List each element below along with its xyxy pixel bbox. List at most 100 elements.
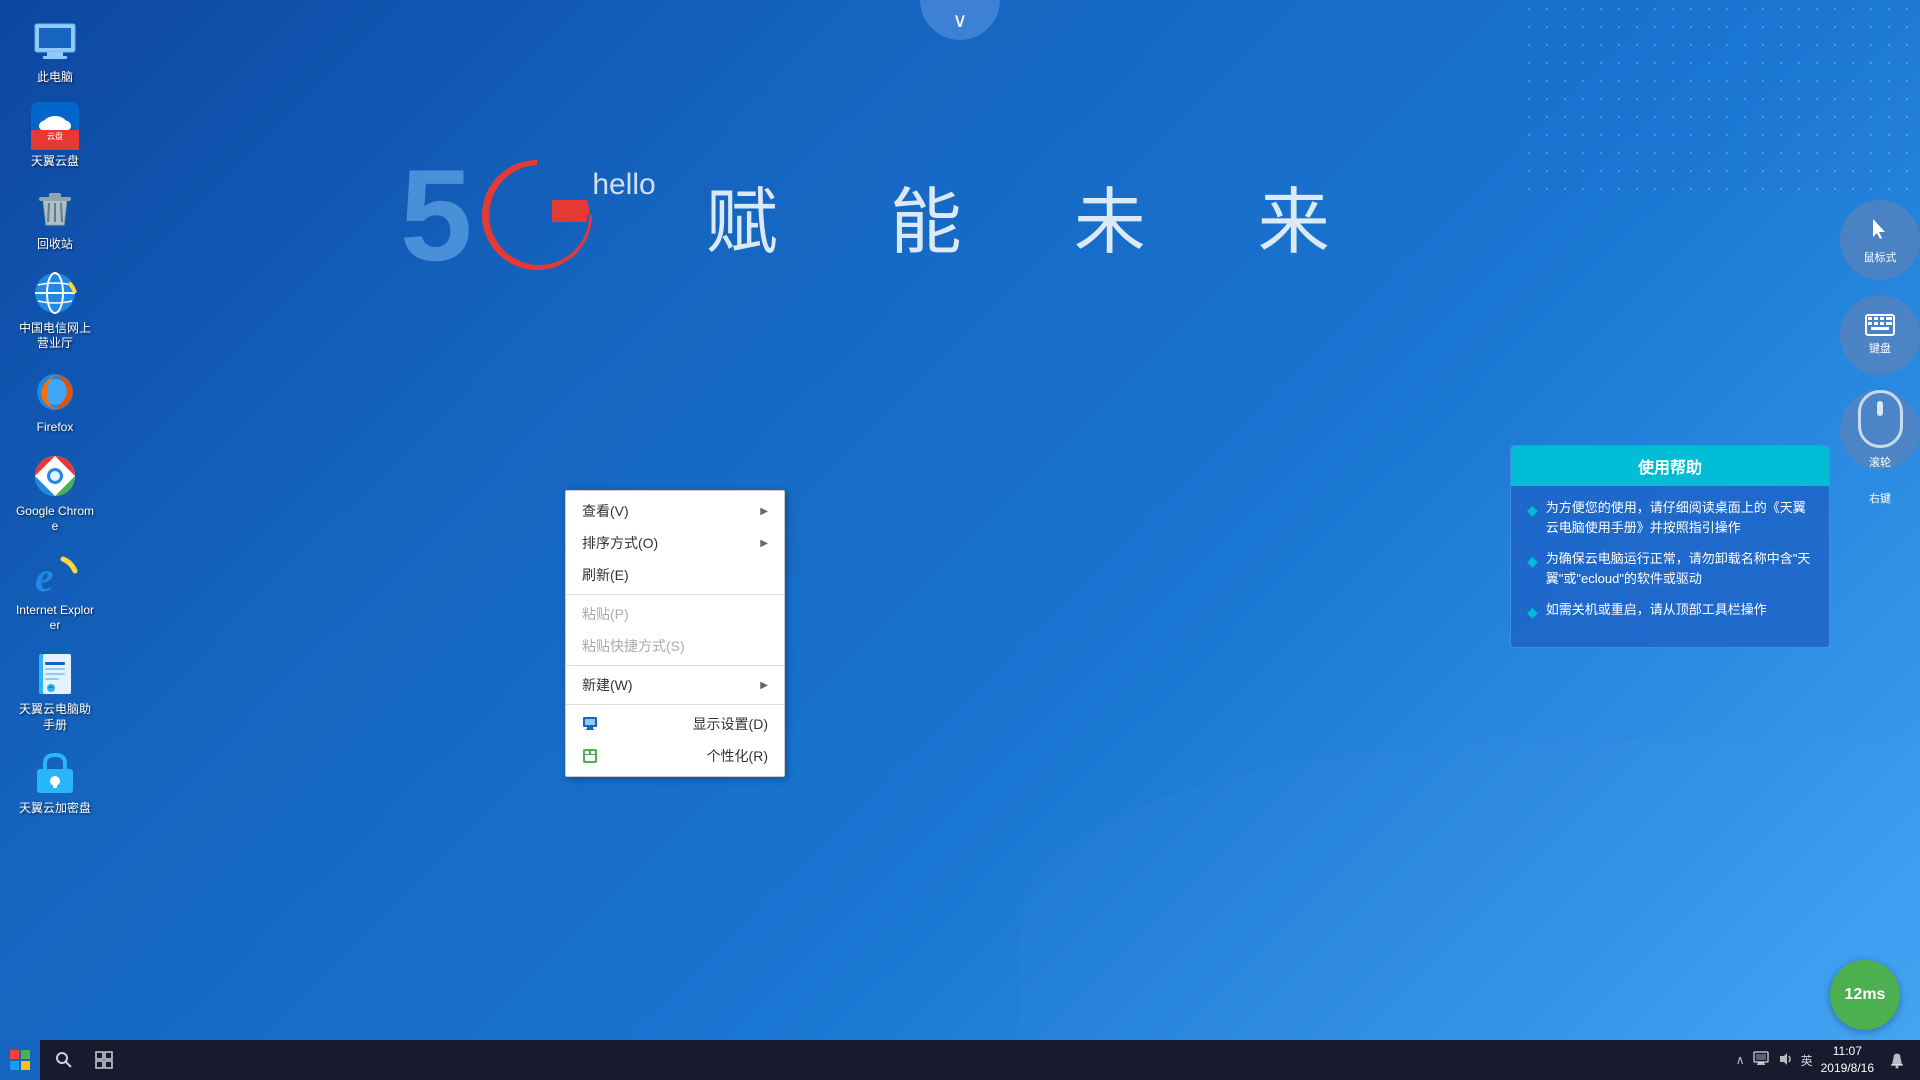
icon-manual-label: 天翼云电脑助手册 (14, 702, 96, 733)
icon-telecom[interactable]: 中国电信网上营业厅 (10, 261, 100, 360)
icon-telecom-label: 中国电信网上营业厅 (14, 321, 96, 352)
hero-section: 5 hello 赋 能 未 来 (400, 150, 1350, 280)
hero-tagline: 赋 能 未 来 (706, 163, 1350, 268)
help-item-2: ◆ 为确保云电脑运行正常，请勿卸载名称中含"天翼"或"ecloud"的软件或驱动 (1527, 549, 1813, 588)
wave-decoration (1020, 740, 1920, 1040)
menu-sort[interactable]: 排序方式(O) ▶ (566, 527, 784, 559)
icon-ie[interactable]: e Internet Explorer (10, 543, 100, 642)
help-text-1: 为方便您的使用，请仔细阅读桌面上的《天翼云电脑使用手册》并按照指引操作 (1546, 498, 1813, 537)
icon-cloud-disk[interactable]: 云盘 天翼云盘 (10, 94, 100, 178)
chrome-icon (31, 452, 79, 500)
tray-network-icon[interactable] (1753, 1051, 1769, 1070)
ping-value: 12ms (1845, 986, 1886, 1004)
telecom-icon (31, 269, 79, 317)
computer-icon (31, 18, 79, 66)
icon-encrypt[interactable]: 天翼云加密盘 (10, 741, 100, 825)
taskbar-tray: ∧ 英 11:07 2019/8/16 (1736, 1040, 1920, 1080)
start-button[interactable] (0, 1040, 40, 1080)
mouse-control-btn[interactable]: 鼠标式 (1840, 200, 1920, 280)
ie-icon: e (31, 551, 79, 599)
menu-sep-2 (566, 665, 784, 666)
task-view-button[interactable] (84, 1040, 124, 1080)
help-content: ◆ 为方便您的使用，请仔细阅读桌面上的《天翼云电脑使用手册》并按照指引操作 ◆ … (1511, 486, 1829, 647)
encrypt-icon (31, 749, 79, 797)
tray-clock[interactable]: 11:07 2019/8/16 (1821, 1043, 1874, 1077)
icon-computer-label: 此电脑 (37, 70, 73, 86)
dots-decoration (1520, 0, 1920, 200)
menu-view-arrow: ▶ (760, 506, 768, 517)
mouse-control-label: 鼠标式 (1864, 249, 1897, 265)
taskbar: ∧ 英 11:07 2019/8/16 (0, 1040, 1920, 1080)
scroll-icon (1858, 390, 1903, 448)
context-menu: 查看(V) ▶ 排序方式(O) ▶ 刷新(E) 粘贴(P) 粘贴快捷方式(S) … (565, 490, 785, 777)
icon-manual[interactable]: 天翼云电脑助手册 (10, 642, 100, 741)
icon-firefox[interactable]: Firefox (10, 360, 100, 444)
menu-refresh[interactable]: 刷新(E) (566, 559, 784, 591)
help-diamond-1: ◆ (1527, 500, 1538, 521)
logo-number: 5 (400, 150, 472, 280)
firefox-icon (31, 368, 79, 416)
logo-hello: hello (592, 170, 655, 200)
icon-encrypt-label: 天翼云加密盘 (19, 801, 91, 817)
tray-time-value: 11:07 (1833, 1043, 1862, 1060)
menu-sort-arrow: ▶ (760, 538, 768, 549)
menu-paste-shortcut: 粘贴快捷方式(S) (566, 630, 784, 662)
menu-sep-3 (566, 704, 784, 705)
cloud-disk-icon: 云盘 (31, 102, 79, 150)
scroll-control-label: 滚轮 (1869, 454, 1891, 470)
keyboard-control-btn[interactable]: 键盘 (1840, 295, 1920, 375)
menu-new-arrow: ▶ (760, 680, 768, 691)
recycle-icon (31, 185, 79, 233)
tray-chevron[interactable]: ∧ (1736, 1053, 1745, 1067)
help-diamond-3: ◆ (1527, 602, 1538, 623)
help-text-2: 为确保云电脑运行正常，请勿卸载名称中含"天翼"或"ecloud"的软件或驱动 (1546, 549, 1813, 588)
manual-icon (31, 650, 79, 698)
icon-firefox-label: Firefox (37, 420, 74, 436)
keyboard-control-label: 键盘 (1869, 340, 1891, 356)
ping-indicator: 12ms (1830, 960, 1900, 1030)
scroll-control-btn[interactable]: 滚轮 (1840, 390, 1920, 470)
icon-computer[interactable]: 此电脑 (10, 10, 100, 94)
menu-view[interactable]: 查看(V) ▶ (566, 495, 784, 527)
desktop: ∨ 5 hello 赋 能 未 来 此电脑 (0, 0, 1920, 1080)
icon-cloud-disk-label: 天翼云盘 (31, 154, 79, 170)
right-click-label: 右键 (1869, 490, 1891, 506)
desktop-icons: 此电脑 云盘 天翼云盘 (10, 10, 100, 825)
keyboard-icon (1865, 314, 1895, 336)
windows-logo-icon (9, 1049, 31, 1071)
notify-icon (1888, 1051, 1906, 1069)
tray-lang-label[interactable]: 英 (1801, 1052, 1813, 1069)
help-panel: 使用帮助 ◆ 为方便您的使用，请仔细阅读桌面上的《天翼云电脑使用手册》并按照指引… (1510, 445, 1830, 648)
help-item-1: ◆ 为方便您的使用，请仔细阅读桌面上的《天翼云电脑使用手册》并按照指引操作 (1527, 498, 1813, 537)
icon-chrome-label: Google Chrome (14, 504, 96, 535)
icon-recycle[interactable]: 回收站 (10, 177, 100, 261)
toolbar-toggle[interactable]: ∨ (920, 0, 1000, 40)
display-icon (582, 716, 598, 732)
menu-sep-1 (566, 594, 784, 595)
tray-notify-button[interactable] (1882, 1040, 1912, 1080)
menu-new[interactable]: 新建(W) ▶ (566, 669, 784, 701)
menu-display[interactable]: 显示设置(D) (566, 708, 784, 740)
icon-chrome[interactable]: Google Chrome (10, 444, 100, 543)
right-controls: 鼠标式 键盘 滚轮 右键 (1840, 200, 1920, 506)
mouse-icon (1865, 215, 1895, 245)
logo-5g: 5 hello (400, 150, 656, 280)
search-icon (55, 1051, 73, 1069)
svg-text:e: e (35, 555, 54, 599)
search-button[interactable] (44, 1040, 84, 1080)
icon-recycle-label: 回收站 (37, 237, 73, 253)
scroll-wheel (1877, 401, 1883, 416)
logo-g (472, 150, 602, 280)
help-title: 使用帮助 (1511, 446, 1829, 486)
menu-personalize[interactable]: 个性化(R) (566, 740, 784, 772)
personalize-icon (582, 748, 598, 764)
menu-paste: 粘贴(P) (566, 598, 784, 630)
help-item-3: ◆ 如需关机或重启，请从顶部工具栏操作 (1527, 600, 1813, 623)
tray-volume-icon[interactable] (1777, 1051, 1793, 1070)
tray-date-value: 2019/8/16 (1821, 1060, 1874, 1077)
icon-ie-label: Internet Explorer (14, 603, 96, 634)
help-text-3: 如需关机或重启，请从顶部工具栏操作 (1546, 600, 1767, 620)
task-view-icon (95, 1051, 113, 1069)
help-diamond-2: ◆ (1527, 551, 1538, 572)
svg-text:云盘: 云盘 (47, 131, 63, 141)
